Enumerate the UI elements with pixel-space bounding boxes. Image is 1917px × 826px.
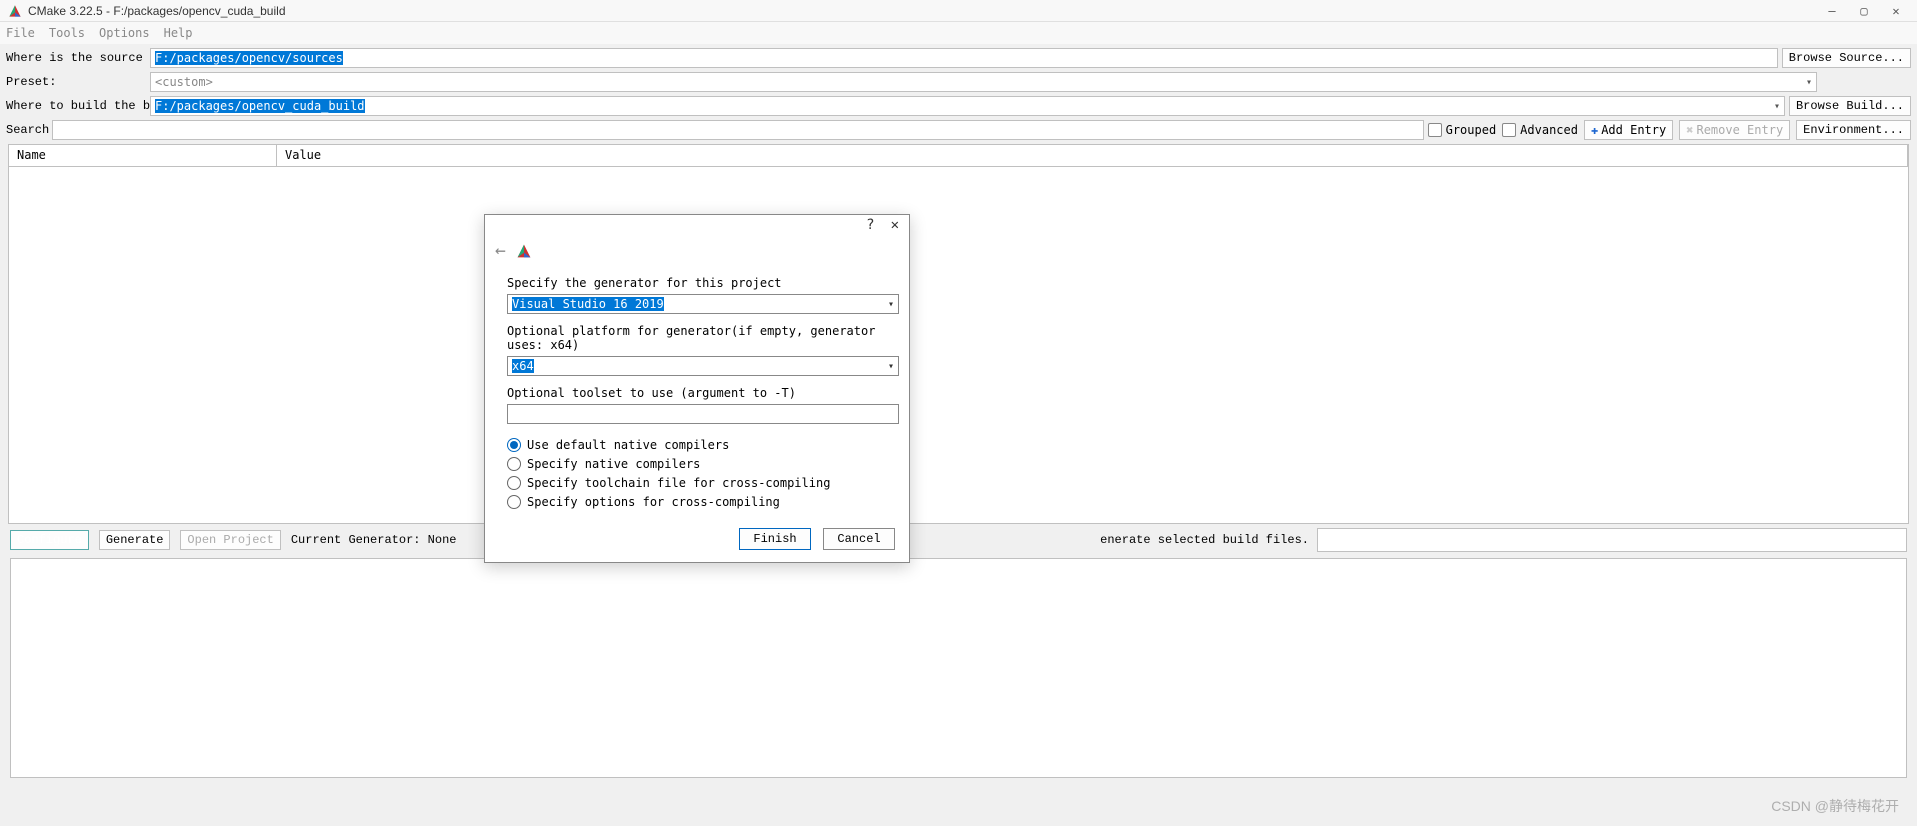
watermark: CSDN @静待梅花开: [1771, 796, 1899, 816]
progress-field: [1317, 528, 1907, 552]
window-titlebar: CMake 3.22.5 - F:/packages/opencv_cuda_b…: [0, 0, 1917, 22]
platform-select[interactable]: x64▾: [507, 356, 899, 376]
menubar: File Tools Options Help: [0, 22, 1917, 44]
col-value[interactable]: Value: [277, 145, 1908, 166]
minimize-button[interactable]: —: [1825, 4, 1839, 18]
source-input[interactable]: F:/packages/opencv/sources: [150, 48, 1778, 68]
menu-help[interactable]: Help: [164, 26, 193, 40]
radio-cross-compile-options[interactable]: Specify options for cross-compiling: [507, 495, 887, 509]
chevron-down-icon: ▾: [888, 361, 894, 372]
generator-label: Specify the generator for this project: [507, 276, 887, 290]
browse-source-button[interactable]: Browse Source...: [1782, 48, 1911, 68]
advanced-checkbox[interactable]: Advanced: [1502, 123, 1578, 137]
preset-select[interactable]: <custom>▾: [150, 72, 1817, 92]
remove-entry-button: ✖Remove Entry: [1679, 120, 1790, 140]
search-label: Search:: [6, 123, 48, 137]
chevron-down-icon: ▾: [1806, 77, 1812, 88]
build-input[interactable]: F:/packages/opencv_cuda_build▾: [150, 96, 1785, 116]
chevron-down-icon: ▾: [1774, 101, 1780, 112]
preset-label: Preset:: [6, 75, 146, 89]
chevron-down-icon: ▾: [888, 299, 894, 310]
hint-text: enerate selected build files.: [1100, 533, 1309, 547]
maximize-button[interactable]: ▢: [1857, 4, 1871, 18]
dialog-close-icon[interactable]: ✕: [891, 217, 899, 233]
generator-select[interactable]: Visual Studio 16 2019▾: [507, 294, 899, 314]
open-project-button: Open Project: [180, 530, 280, 550]
search-input[interactable]: [52, 120, 1424, 140]
toolset-label: Optional toolset to use (argument to -T): [507, 386, 887, 400]
generator-dialog: ? ✕ ← Specify the generator for this pro…: [484, 214, 910, 563]
toolset-input[interactable]: [507, 404, 899, 424]
add-entry-button[interactable]: ✚Add Entry: [1584, 120, 1673, 140]
window-title: CMake 3.22.5 - F:/packages/opencv_cuda_b…: [28, 4, 1825, 18]
menu-options[interactable]: Options: [99, 26, 150, 40]
help-icon[interactable]: ?: [866, 217, 874, 233]
radio-default-compilers[interactable]: Use default native compilers: [507, 438, 887, 452]
generate-button[interactable]: Generate: [99, 530, 171, 550]
configure-button[interactable]: Configure: [10, 530, 89, 550]
platform-label: Optional platform for generator(if empty…: [507, 324, 887, 352]
build-label: Where to build the binaries:: [6, 99, 146, 113]
cmake-logo-icon: [516, 243, 532, 259]
menu-file[interactable]: File: [6, 26, 35, 40]
cancel-button[interactable]: Cancel: [823, 528, 895, 550]
output-log[interactable]: [10, 558, 1907, 778]
source-label: Where is the source code:: [6, 51, 146, 65]
finish-button[interactable]: Finish: [739, 528, 811, 550]
col-name[interactable]: Name: [9, 145, 277, 166]
current-generator-label: Current Generator: None: [291, 533, 457, 547]
table-header: Name Value: [9, 145, 1908, 167]
close-button[interactable]: ✕: [1889, 4, 1903, 18]
menu-tools[interactable]: Tools: [49, 26, 85, 40]
browse-build-button[interactable]: Browse Build...: [1789, 96, 1911, 116]
x-icon: ✖: [1686, 123, 1693, 137]
back-arrow-icon[interactable]: ←: [495, 240, 506, 261]
radio-toolchain-file[interactable]: Specify toolchain file for cross-compili…: [507, 476, 887, 490]
variables-table[interactable]: Name Value: [8, 144, 1909, 524]
environment-button[interactable]: Environment...: [1796, 120, 1911, 140]
radio-native-compilers[interactable]: Specify native compilers: [507, 457, 887, 471]
grouped-checkbox[interactable]: Grouped: [1428, 123, 1497, 137]
plus-icon: ✚: [1591, 123, 1598, 137]
cmake-logo-icon: [8, 4, 22, 18]
